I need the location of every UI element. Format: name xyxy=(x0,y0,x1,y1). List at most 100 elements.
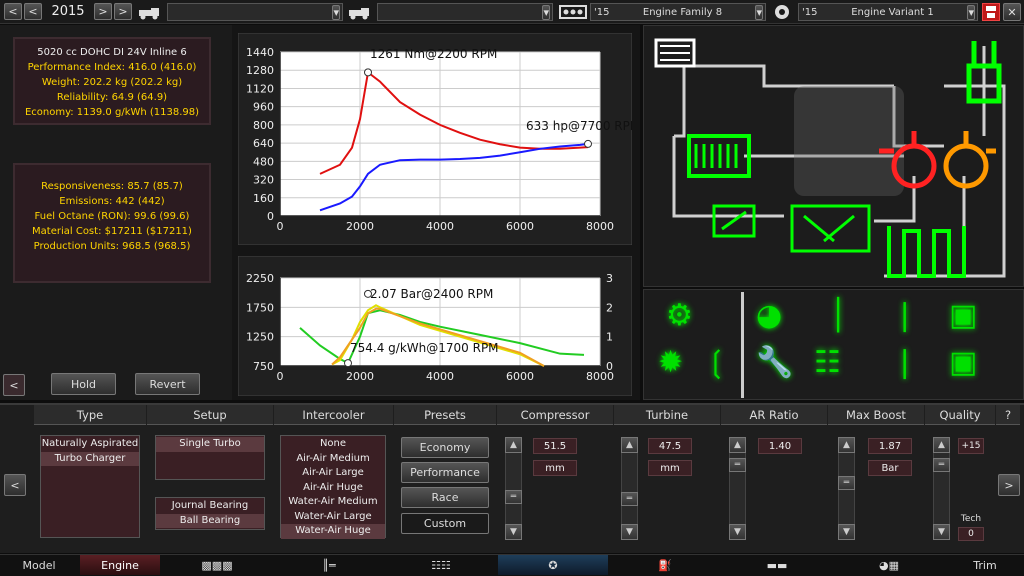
exhaust-icon: ▬▬ xyxy=(766,558,788,572)
bearing-option[interactable]: Journal Bearing xyxy=(156,499,264,514)
type-option[interactable]: Naturally Aspirated xyxy=(41,437,139,452)
wrench-icon[interactable]: 🔧 xyxy=(756,345,793,380)
compressor-down-button[interactable]: ▼ xyxy=(505,524,522,540)
year-prev-button[interactable]: < xyxy=(4,3,22,20)
conrod-icon[interactable]: ❘ xyxy=(892,298,917,333)
nav-engine-tab[interactable]: Engine xyxy=(80,555,160,575)
nav-fuel-tab[interactable]: ⛽ xyxy=(610,555,720,575)
intercooler-option[interactable]: Water-Air Huge xyxy=(281,524,385,539)
control-prev-button[interactable]: < xyxy=(4,474,26,496)
max-boost-up-button[interactable]: ▲ xyxy=(838,437,855,453)
chevron-down-icon: ▾ xyxy=(755,4,763,20)
emissions-stat: Emissions: 442 (442) xyxy=(59,196,165,207)
intercooler-list: None Air-Air Medium Air-Air Large Air-Ai… xyxy=(280,435,386,539)
quality-up-button[interactable]: ▲ xyxy=(933,437,950,453)
max-boost-value: 1.87 xyxy=(868,438,912,454)
left-panel-toggle-button[interactable]: < xyxy=(3,374,25,396)
y-tick-label: 1120 xyxy=(246,82,274,95)
turbine-value: 47.5 xyxy=(648,438,692,454)
intercooler-option[interactable]: Air-Air Huge xyxy=(281,481,385,496)
y-tick-label: 1440 xyxy=(246,46,274,59)
model-select[interactable]: ▾ xyxy=(167,3,343,21)
explosion-piston-icon[interactable]: ✹ xyxy=(658,345,683,380)
ar-ratio-up-button[interactable]: ▲ xyxy=(729,437,746,453)
nav-exhaust-tab[interactable]: ▬▬ xyxy=(722,555,832,575)
turbine-up-button[interactable]: ▲ xyxy=(621,437,638,453)
trim-select[interactable]: ▾ xyxy=(377,3,553,21)
fuel-injector-icon[interactable]: ❲ xyxy=(704,345,729,380)
x-tick-label: 4000 xyxy=(426,220,454,233)
type-option[interactable]: Turbo Charger xyxy=(41,451,139,466)
turbine-down-button[interactable]: ▼ xyxy=(621,524,638,540)
preset-custom-button[interactable]: Custom xyxy=(401,513,489,534)
piston-icon[interactable]: ▣ xyxy=(949,298,977,333)
performance-index: Performance Index: 416.0 (416.0) xyxy=(27,62,197,73)
year-next-button[interactable]: > xyxy=(94,3,112,20)
engine-variant-select[interactable]: '15 Engine Variant 1 ▾ xyxy=(798,3,978,21)
car-model-icon xyxy=(137,5,163,20)
compressor-unit: mm xyxy=(533,460,577,476)
compressor-up-button[interactable]: ▲ xyxy=(505,437,522,453)
piston-alt-icon[interactable]: ▣ xyxy=(949,345,977,380)
year-prev-fast-button[interactable]: < xyxy=(24,3,42,20)
engine-warning-icon[interactable]: ⚙ xyxy=(666,298,693,333)
revert-button[interactable]: Revert xyxy=(135,373,200,395)
intercooler-option[interactable]: Water-Air Large xyxy=(281,510,385,525)
tech-label: Tech xyxy=(960,514,982,524)
hold-button[interactable]: Hold xyxy=(51,373,116,395)
nav-trim-tab[interactable]: Trim xyxy=(946,555,1024,575)
type-list: Naturally Aspirated Turbo Charger xyxy=(40,435,140,538)
year-next-fast-button[interactable]: > xyxy=(114,3,132,20)
control-next-button[interactable]: > xyxy=(998,474,1020,496)
parts-icon-panel: ⚙ ❲ ✹ ◕ │ 🔧 ☷ ❘ ❘ ▣ ▣ xyxy=(643,289,1024,400)
engine-name: 5020 cc DOHC DI 24V Inline 6 xyxy=(37,47,187,58)
ar-ratio-value: 1.40 xyxy=(758,438,802,454)
valve-icon[interactable]: │ xyxy=(829,298,847,333)
intercooler-option[interactable]: None xyxy=(281,437,385,452)
max-boost-down-button[interactable]: ▼ xyxy=(838,524,855,540)
max-boost-slider-thumb[interactable]: ═ xyxy=(838,476,855,490)
intercooler-option[interactable]: Water-Air Medium xyxy=(281,495,385,510)
family-name: Engine Family 8 xyxy=(642,6,723,18)
turbine-slider-thumb[interactable]: ═ xyxy=(621,492,638,506)
quality-down-button[interactable]: ▼ xyxy=(933,524,950,540)
preset-performance-button[interactable]: Performance xyxy=(401,462,489,483)
ar-ratio-down-button[interactable]: ▼ xyxy=(729,524,746,540)
turbo-variant-icon xyxy=(772,3,792,21)
help-button[interactable]: ? xyxy=(996,405,1020,425)
close-button[interactable]: ✕ xyxy=(1003,3,1021,21)
quality-slider-thumb[interactable]: ═ xyxy=(933,458,950,472)
camshaft-icon[interactable]: ☷ xyxy=(814,345,841,380)
setup-option[interactable]: Single Turbo xyxy=(156,437,264,452)
ar-ratio-slider-thumb[interactable]: ═ xyxy=(729,458,746,472)
nav-turbo-tab[interactable]: ✪ xyxy=(498,555,608,575)
x-tick-label: 2000 xyxy=(346,220,374,233)
engine-family-select[interactable]: '15 Engine Family 8 ▾ xyxy=(590,3,766,21)
ar-ratio-header: AR Ratio xyxy=(721,405,827,425)
quality-value: +15 xyxy=(958,438,984,454)
preset-race-button[interactable]: Race xyxy=(401,487,489,508)
turbo-schematic-diagram xyxy=(654,38,1006,278)
intercooler-option[interactable]: Air-Air Medium xyxy=(281,452,385,467)
conrod-alt-icon[interactable]: ❘ xyxy=(892,345,917,380)
y-tick-label: 480 xyxy=(253,155,274,168)
year-label: 2015 xyxy=(51,4,85,19)
nav-heads-tab[interactable]: ☷☷ xyxy=(386,555,496,575)
intercooler-header: Intercooler xyxy=(274,405,393,425)
weight-stat: Weight: 202.2 kg (202.2 kg) xyxy=(41,77,183,88)
compressor-slider-thumb[interactable]: ═ xyxy=(505,490,522,504)
save-icon[interactable] xyxy=(982,3,1000,21)
turbine-header: Turbine xyxy=(614,405,720,425)
nav-tuning-tab[interactable]: ◕▦ xyxy=(834,555,944,575)
tech-value: 0 xyxy=(958,527,984,541)
bearing-option[interactable]: Ball Bearing xyxy=(156,513,264,528)
nav-model-tab[interactable]: Model xyxy=(0,555,78,575)
y-tick-label: 800 xyxy=(253,119,274,132)
gauge-icon[interactable]: ◕ xyxy=(756,298,782,333)
preset-economy-button[interactable]: Economy xyxy=(401,437,489,458)
nav-block-tab[interactable]: ▩▩▩ xyxy=(162,555,272,575)
intercooler-option[interactable]: Air-Air Large xyxy=(281,466,385,481)
max-boost-header: Max Boost xyxy=(828,405,924,425)
nav-crank-tab[interactable]: ║═ xyxy=(274,555,384,575)
x-tick-label: 6000 xyxy=(506,370,534,383)
